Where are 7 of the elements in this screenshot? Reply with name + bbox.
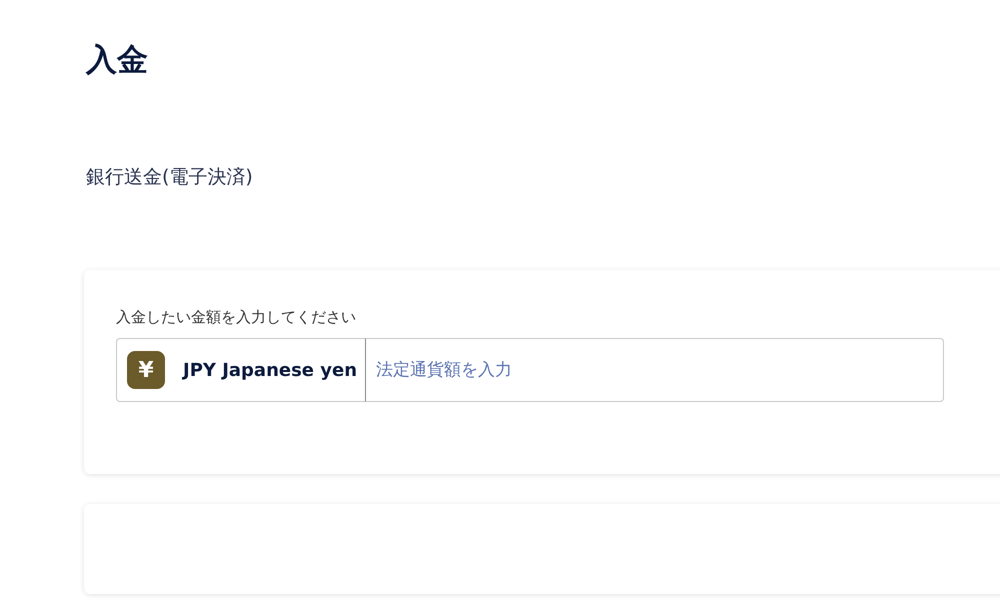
payment-method: 銀行送金(電子決済) bbox=[86, 165, 254, 190]
currency-name: JPY Japanese yen bbox=[183, 360, 358, 380]
amount-field[interactable]: 法定通貨額を入力 bbox=[365, 338, 944, 402]
page-title: 入金 bbox=[86, 41, 149, 80]
yen-icon: ¥ bbox=[127, 351, 165, 389]
currency-selector[interactable]: ¥ JPY Japanese yen bbox=[116, 338, 366, 402]
amount-label: 入金したい金額を入力してください bbox=[116, 307, 357, 328]
